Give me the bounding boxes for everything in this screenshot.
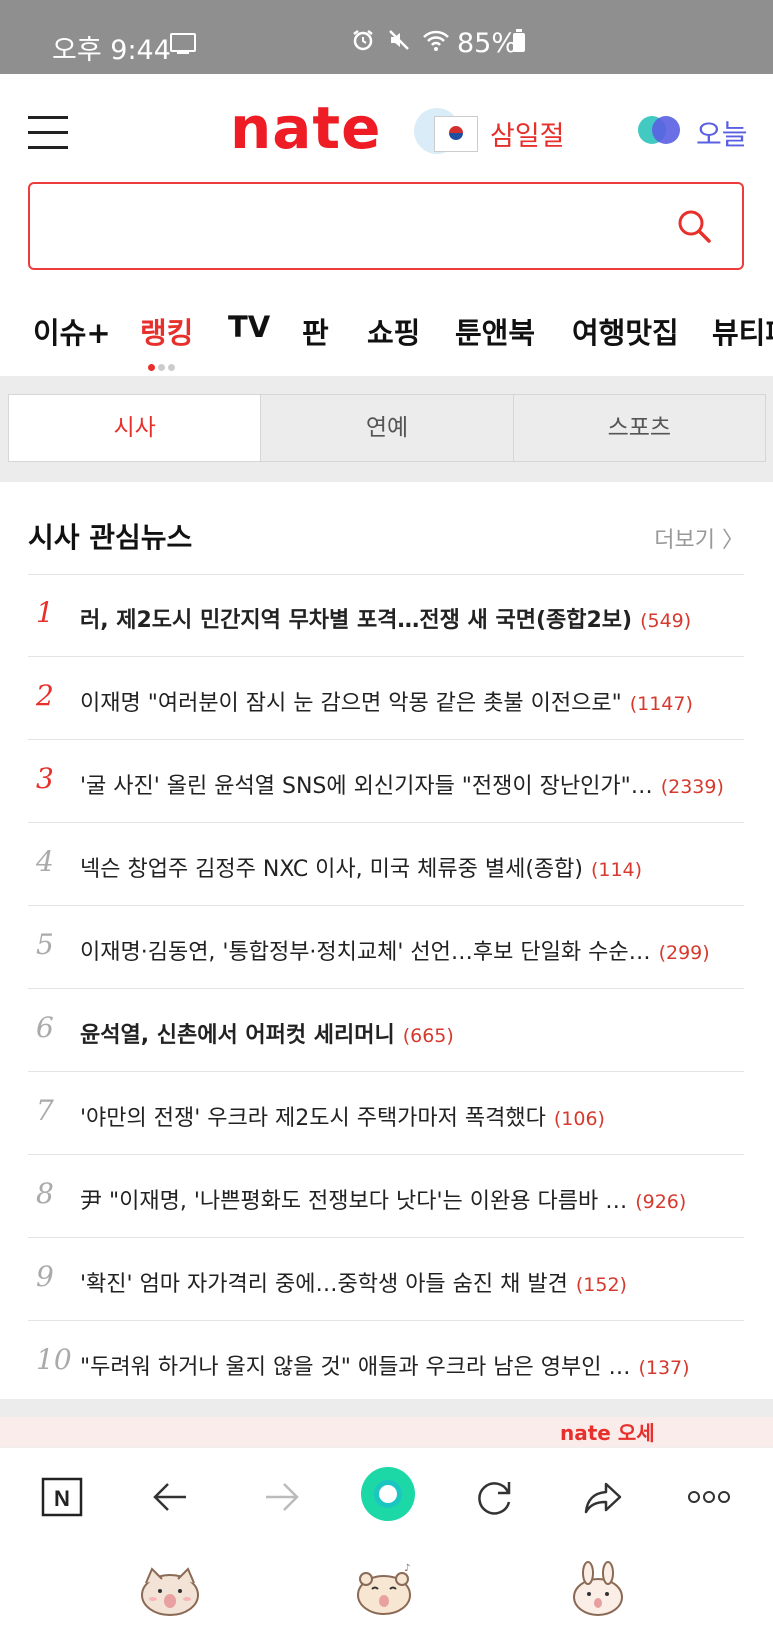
tab-entertainment[interactable]: 연예	[261, 395, 514, 461]
nav-issue-plus[interactable]: 이슈+	[33, 310, 111, 352]
nav-pan[interactable]: 판	[302, 310, 329, 352]
comment-count: (549)	[640, 610, 692, 632]
news-item[interactable]: 2 이재명 "여러분이 잠시 눈 감으면 악몽 같은 촛불 이전으로" (1147…	[28, 657, 744, 740]
comment-count: (926)	[635, 1191, 687, 1213]
hamster-sticker-icon[interactable]: ♪	[352, 1561, 416, 1617]
status-bar: 오후 9:44 85%	[0, 0, 773, 74]
news-item[interactable]: 1 러, 제2도시 민간지역 무차별 포격…전쟁 새 국면(종합2보) (549)	[28, 574, 744, 657]
news-headline[interactable]: '확진' 엄마 자가격리 중에…중학생 아들 숨진 채 발견 (152)	[80, 1266, 627, 1298]
menu-icon[interactable]	[28, 116, 68, 150]
svg-text:N: N	[54, 1486, 70, 1511]
battery-icon	[513, 29, 525, 52]
news-headline[interactable]: 尹 "이재명, '나쁜평화도 전쟁보다 낫다'는 이완용 다름바 … (926)	[80, 1183, 686, 1215]
news-headline[interactable]: 러, 제2도시 민간지역 무차별 포격…전쟁 새 국면(종합2보) (549)	[80, 602, 691, 634]
ranking-tabs: 시사 연예 스포츠	[8, 394, 766, 462]
tab-current-affairs[interactable]: 시사	[9, 395, 262, 461]
news-headline[interactable]: '굴 사진' 올린 윤석열 SNS에 외신기자들 "전쟁이 장난인가"… (233…	[80, 768, 724, 800]
more-options-icon[interactable]	[684, 1472, 734, 1522]
rank-number: 6	[36, 1011, 54, 1044]
more-link[interactable]: 더보기 〉	[654, 522, 744, 554]
news-item[interactable]: 4 넥슨 창업주 김정주 NXC 이사, 미국 체류중 별세(종합) (114)	[28, 823, 744, 906]
category-nav: 이슈+ 랭킹 TV 판 쇼핑 툰앤북 여행맛집 뷰티패	[0, 300, 773, 376]
nav-beauty[interactable]: 뷰티패	[712, 310, 773, 352]
tab-sports[interactable]: 스포츠	[514, 395, 765, 461]
alarm-icon	[350, 28, 376, 54]
event-label[interactable]: 삼일절	[490, 114, 565, 153]
nate-logo[interactable]: nate	[230, 94, 382, 162]
news-item[interactable]: 9 '확진' 엄마 자가격리 중에…중학생 아들 숨진 채 발견 (152)	[28, 1238, 744, 1321]
back-icon[interactable]	[146, 1472, 196, 1522]
news-headline[interactable]: 윤석열, 신촌에서 어퍼컷 세리머니 (665)	[80, 1017, 454, 1049]
comment-count: (299)	[658, 942, 710, 964]
nav-shopping[interactable]: 쇼핑	[367, 310, 420, 352]
news-headline[interactable]: 이재명 "여러분이 잠시 눈 감으면 악몽 같은 촛불 이전으로" (1147)	[80, 685, 693, 717]
browser-toolbar: N	[0, 1447, 773, 1548]
svg-text:♪: ♪	[404, 1563, 410, 1574]
rank-number: 7	[36, 1094, 54, 1127]
rank-number: 3	[36, 762, 54, 795]
rank-number: 4	[36, 845, 54, 878]
refresh-icon[interactable]	[470, 1472, 520, 1522]
rank-number: 9	[36, 1260, 54, 1293]
battery-level: 85%	[457, 28, 518, 59]
news-section-header: 시사 관심뉴스 더보기 〉	[28, 510, 744, 575]
comment-count: (1147)	[629, 693, 693, 715]
nav-toon-book[interactable]: 툰앤북	[455, 310, 535, 352]
search-box	[28, 182, 744, 270]
cat-sticker-icon[interactable]	[138, 1561, 202, 1617]
rabbit-sticker-icon[interactable]	[566, 1561, 630, 1617]
site-header: nate 삼일절 오늘	[0, 74, 773, 178]
news-item[interactable]: 3 '굴 사진' 올린 윤석열 SNS에 외신기자들 "전쟁이 장난인가"… (2…	[28, 740, 744, 823]
news-item[interactable]: 8 尹 "이재명, '나쁜평화도 전쟁보다 낫다'는 이완용 다름바 … (926…	[28, 1155, 744, 1238]
sticker-row: ♪	[0, 1547, 773, 1632]
share-icon[interactable]	[578, 1472, 628, 1522]
nav-tv[interactable]: TV	[228, 310, 270, 344]
news-headline[interactable]: 이재명·김동연, '통합정부·정치교체' 선언…후보 단일화 수순… (299)	[80, 934, 710, 966]
rank-number: 10	[36, 1343, 72, 1376]
rank-number: 2	[36, 679, 54, 712]
rank-number: 1	[36, 596, 54, 629]
status-time: 오후 9:44	[52, 35, 171, 66]
search-input[interactable]	[46, 202, 670, 252]
nav-travel-food[interactable]: 여행맛집	[572, 310, 679, 352]
news-item[interactable]: 6 윤석열, 신촌에서 어퍼컷 세리머니 (665)	[28, 989, 744, 1072]
forward-icon[interactable]	[256, 1472, 306, 1522]
home-circle-icon[interactable]	[360, 1466, 416, 1522]
nav-ranking[interactable]: 랭킹	[140, 310, 193, 352]
section-title: 시사 관심뉴스	[28, 521, 193, 554]
wifi-icon	[422, 28, 449, 54]
comment-count: (137)	[638, 1357, 690, 1379]
korean-flag-icon[interactable]	[412, 108, 478, 156]
news-headline[interactable]: '야만의 전쟁' 우크라 제2도시 주택가마저 폭격했다 (106)	[80, 1100, 605, 1132]
today-label: 오늘	[696, 118, 748, 151]
news-item[interactable]: 5 이재명·김동연, '통합정부·정치교체' 선언…후보 단일화 수순… (299…	[28, 906, 744, 989]
news-headline[interactable]: 넥슨 창업주 김정주 NXC 이사, 미국 체류중 별세(종합) (114)	[80, 851, 642, 883]
comment-count: (114)	[590, 859, 643, 881]
status-icons	[350, 28, 449, 54]
rank-number: 8	[36, 1177, 54, 1210]
news-headline[interactable]: "두려워 하거나 울지 않을 것" 애들과 우크라 남은 영부인 … (137)	[80, 1349, 690, 1381]
comment-count: (665)	[402, 1025, 454, 1047]
comment-count: (152)	[575, 1274, 627, 1296]
mute-icon	[386, 28, 412, 54]
news-item[interactable]: 10 "두려워 하거나 울지 않을 것" 애들과 우크라 남은 영부인 … (13…	[28, 1321, 744, 1403]
news-item[interactable]: 7 '야만의 전쟁' 우크라 제2도시 주택가마저 폭격했다 (106)	[28, 1072, 744, 1155]
comment-count: (106)	[553, 1108, 605, 1130]
search-icon[interactable]	[676, 208, 712, 244]
next-section-peek: nate 오세	[0, 1399, 773, 1451]
page-indicator	[148, 356, 178, 375]
comment-count: (2339)	[660, 776, 724, 798]
screen-cast-icon	[170, 33, 196, 54]
peek-text: nate 오세	[560, 1421, 655, 1445]
rank-number: 5	[36, 928, 54, 961]
news-list: 1 러, 제2도시 민간지역 무차별 포격…전쟁 새 국면(종합2보) (549)…	[28, 574, 744, 1403]
naver-home-icon[interactable]: N	[38, 1472, 88, 1522]
